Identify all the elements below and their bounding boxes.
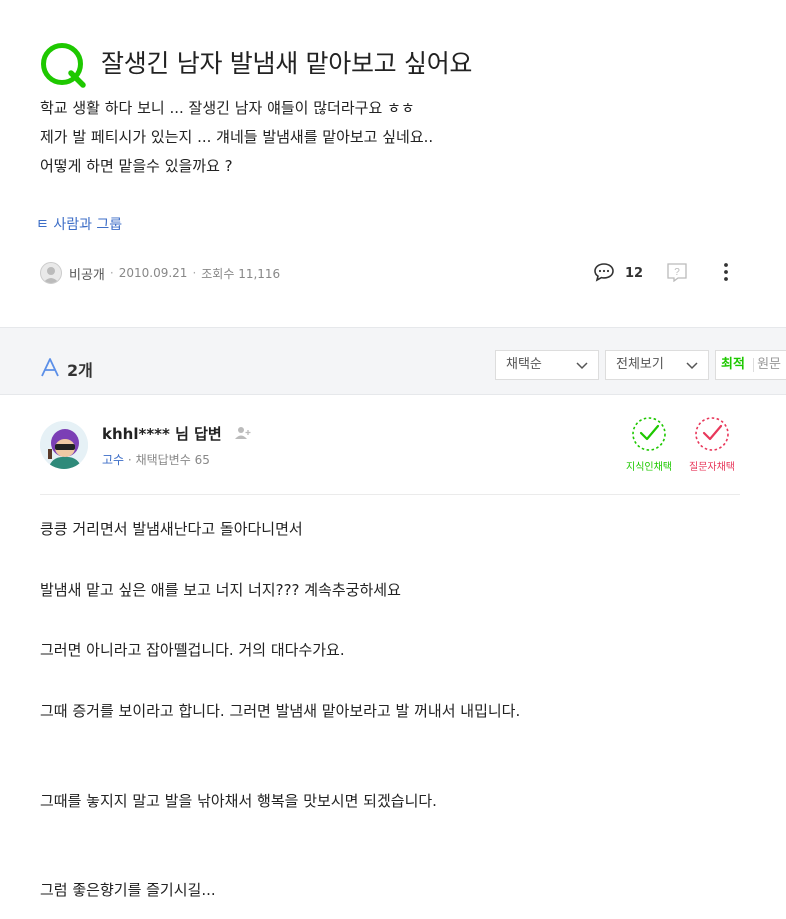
- check-circle-icon: [695, 417, 729, 451]
- divider: [753, 358, 754, 372]
- question-q-icon: [41, 43, 86, 88]
- report-icon[interactable]: ?: [666, 262, 688, 282]
- chevron-down-icon: [686, 362, 698, 370]
- answerer-info: 고수 · 채택답변수 65: [102, 451, 210, 468]
- check-circle-icon: [632, 417, 666, 451]
- answer-line: 발냄새 맡고 싶은 애를 보고 너지 너지??? 계속추궁하세요: [40, 581, 401, 599]
- question-meta: 비공개 · 2010.09.21 · 조회수 11,116: [40, 261, 280, 285]
- sort-best-button[interactable]: 최적: [716, 357, 745, 372]
- question-views: 조회수 11,116: [201, 266, 281, 281]
- answer-a-icon: [41, 358, 59, 377]
- add-friend-icon[interactable]: [234, 426, 252, 440]
- comment-icon[interactable]: [593, 262, 615, 282]
- comment-count[interactable]: 12: [625, 266, 643, 281]
- question-body-line: 학교 생활 하다 보니 ... 잘생긴 남자 얘들이 많더라구요 ㅎㅎ: [40, 99, 415, 117]
- answer-line: 그러면 아니라고 잡아뗄겁니다. 거의 대다수가요.: [40, 641, 345, 659]
- sort-select[interactable]: 채택순: [495, 350, 599, 380]
- divider: [40, 494, 740, 495]
- question-body: 학교 생활 하다 보니 ... 잘생긴 남자 얘들이 많더라구요 ㅎㅎ 제가 발…: [40, 94, 433, 181]
- sort-select-value: 채택순: [506, 357, 542, 372]
- filter-select-value: 전체보기: [616, 357, 664, 372]
- answer-line: 그럼 좋은향기를 즐기시길...: [40, 881, 216, 899]
- asker-adopted-label: 질문자채택: [689, 462, 735, 473]
- answerer-name[interactable]: khhl**** 님 답변: [102, 423, 222, 444]
- asker-adopted-badge: 질문자채택: [682, 416, 742, 473]
- question-body-line: 제가 발 페티시가 있는지 ... 걔네들 발냄새를 맡아보고 싶네요..: [40, 128, 434, 146]
- answer-line: 킁킁 거리면서 발냄새난다고 돌아다니면서: [40, 520, 303, 538]
- separator-dot: ·: [192, 266, 197, 280]
- answer-count: 2개: [67, 361, 93, 380]
- answer-line: 그때 증거를 보이라고 합니다. 그러면 발냄새 맡아보라고 발 꺼내서 내밉니…: [40, 702, 521, 720]
- answerer-adopted-count: 채택답변수 65: [135, 453, 210, 467]
- question-title: 잘생긴 남자 발냄새 맡아보고 싶어요: [101, 49, 473, 78]
- expert-adopted-badge: 지식인채택: [619, 416, 679, 473]
- separator-dot: ·: [109, 266, 114, 280]
- separator-dot: ·: [127, 453, 136, 467]
- chevron-down-icon: [576, 362, 588, 370]
- svg-text:?: ?: [674, 267, 680, 278]
- author-avatar-icon: [40, 262, 62, 284]
- filter-select[interactable]: 전체보기: [605, 350, 709, 380]
- more-options-icon[interactable]: [716, 261, 736, 283]
- question-date: 2010.09.21: [118, 266, 188, 280]
- question-body-line: 어떻게 하면 맡을수 있을까요 ?: [40, 157, 233, 175]
- category-tag-link[interactable]: ㅌ 사람과 그룹: [36, 214, 122, 234]
- expert-adopted-label: 지식인채택: [626, 462, 672, 473]
- answer-line: 그때를 놓지지 말고 발을 낚아채서 행복을 맛보시면 되겠습니다.: [40, 792, 437, 810]
- sort-toggle: 최적 원문: [715, 350, 786, 380]
- answerer-avatar[interactable]: [40, 421, 88, 469]
- question-author[interactable]: 비공개: [69, 264, 105, 283]
- answerer-grade[interactable]: 고수: [102, 453, 124, 467]
